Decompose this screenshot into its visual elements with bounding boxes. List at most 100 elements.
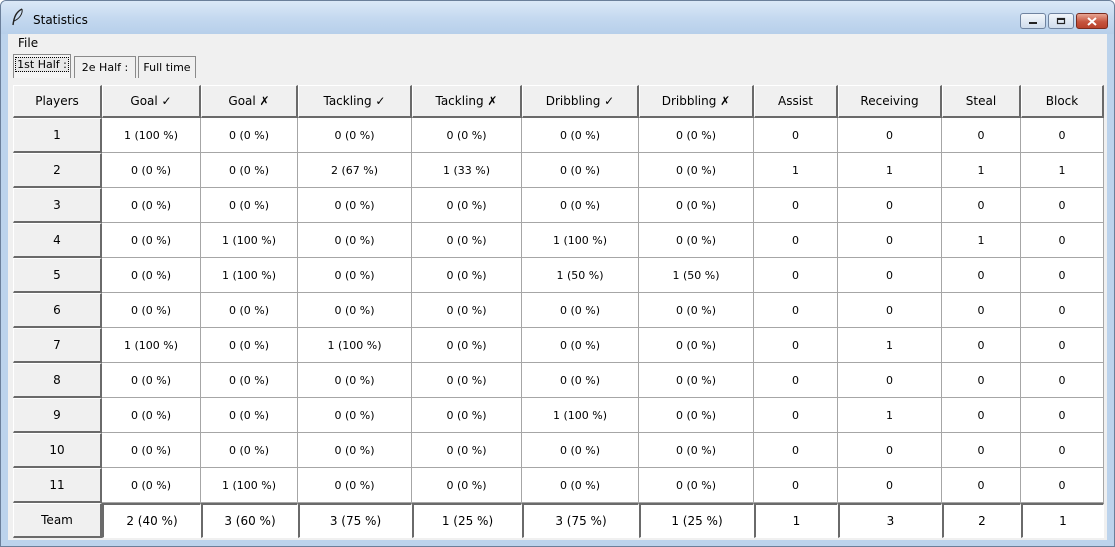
table-cell: 0 (0 %): [298, 223, 412, 258]
table-cell: 1 (50 %): [639, 258, 754, 293]
table-cell: 0 (0 %): [201, 118, 298, 153]
table-cell: 0 (0 %): [412, 363, 522, 398]
table-cell: 0 (0 %): [412, 398, 522, 433]
menu-bar: File: [8, 34, 1107, 52]
table-cell: 1: [1021, 153, 1104, 188]
table-cell: 0 (0 %): [201, 433, 298, 468]
table-cell: 0: [754, 188, 838, 223]
table-cell: 0: [754, 363, 838, 398]
table-cell: 0: [1021, 118, 1104, 153]
table-cell: 0: [1021, 363, 1104, 398]
table-cell: 0 (0 %): [639, 188, 754, 223]
column-header-tackling-made[interactable]: Tackling ✓: [298, 85, 412, 118]
table-cell: 0 (0 %): [102, 223, 201, 258]
table-cell: 1 (100 %): [201, 258, 298, 293]
table-cell: 0 (0 %): [298, 188, 412, 223]
team-total-cell: 1: [1021, 503, 1104, 538]
table-cell: 1 (100 %): [522, 398, 639, 433]
table-cell: 0: [838, 223, 942, 258]
column-header-receiving[interactable]: Receiving: [838, 85, 942, 118]
table-cell: 0 (0 %): [102, 468, 201, 503]
table-cell: 0: [942, 433, 1021, 468]
table-cell: 0: [1021, 433, 1104, 468]
table-cell: 0 (0 %): [102, 153, 201, 188]
table-cell: 0 (0 %): [412, 293, 522, 328]
maximize-button[interactable]: [1048, 13, 1074, 29]
row-header[interactable]: 11: [13, 468, 102, 503]
column-header-assist[interactable]: Assist: [754, 85, 838, 118]
column-header-players[interactable]: Players: [13, 85, 102, 118]
table-cell: 0 (0 %): [201, 153, 298, 188]
close-icon: [1077, 14, 1107, 28]
table-cell: 0 (0 %): [298, 293, 412, 328]
table-cell: 0 (0 %): [412, 258, 522, 293]
table-cell: 0 (0 %): [201, 328, 298, 363]
table-cell: 0 (0 %): [102, 293, 201, 328]
column-header-tackling-missed[interactable]: Tackling ✗: [412, 85, 522, 118]
team-total-cell: 1 (25 %): [412, 503, 522, 538]
feather-icon: [12, 8, 23, 26]
row-header[interactable]: 7: [13, 328, 102, 363]
table-cell: 0: [942, 468, 1021, 503]
table-cell: 0: [1021, 223, 1104, 258]
table-cell: 0 (0 %): [298, 363, 412, 398]
table-cell: 0 (0 %): [412, 188, 522, 223]
client-area: File 1st Half : 2e Half : Full time Play…: [8, 34, 1107, 540]
table-cell: 0: [942, 258, 1021, 293]
table-cell: 0: [1021, 398, 1104, 433]
table-cell: 1: [838, 153, 942, 188]
table-cell: 0 (0 %): [298, 468, 412, 503]
table-cell: 1: [838, 398, 942, 433]
tab-first-half-label: 1st Half :: [15, 57, 69, 72]
team-total-cell: 2: [942, 503, 1021, 538]
table-cell: 1: [942, 153, 1021, 188]
row-header[interactable]: 6: [13, 293, 102, 328]
table-cell: 0: [838, 468, 942, 503]
team-total-cell: 1 (25 %): [639, 503, 754, 538]
table-cell: 0: [942, 188, 1021, 223]
row-header[interactable]: 10: [13, 433, 102, 468]
close-button[interactable]: [1076, 13, 1108, 29]
tab-first-half[interactable]: 1st Half :: [13, 54, 71, 78]
row-header[interactable]: 2: [13, 153, 102, 188]
row-header[interactable]: 1: [13, 118, 102, 153]
table-cell: 0: [1021, 293, 1104, 328]
table-cell: 0: [754, 328, 838, 363]
table-cell: 0 (0 %): [201, 398, 298, 433]
row-header[interactable]: 3: [13, 188, 102, 223]
minimize-button[interactable]: [1020, 13, 1046, 29]
menu-file[interactable]: File: [18, 36, 38, 50]
table-cell: 0 (0 %): [102, 433, 201, 468]
team-row-header[interactable]: Team: [13, 503, 102, 538]
title-bar[interactable]: Statistics: [1, 1, 1114, 34]
table-cell: 0: [942, 118, 1021, 153]
tab-second-half[interactable]: 2e Half :: [74, 56, 136, 78]
team-total-cell: 3 (75 %): [522, 503, 639, 538]
table-cell: 0: [754, 223, 838, 258]
table-cell: 0 (0 %): [639, 328, 754, 363]
row-header[interactable]: 4: [13, 223, 102, 258]
table-cell: 0 (0 %): [522, 468, 639, 503]
table-cell: 0 (0 %): [102, 188, 201, 223]
row-header[interactable]: 9: [13, 398, 102, 433]
table-cell: 0 (0 %): [298, 433, 412, 468]
table-cell: 0 (0 %): [639, 398, 754, 433]
column-header-goal-made[interactable]: Goal ✓: [102, 85, 201, 118]
table-cell: 0: [838, 188, 942, 223]
table-cell: 1 (50 %): [522, 258, 639, 293]
column-header-steal[interactable]: Steal: [942, 85, 1021, 118]
table-cell: 0 (0 %): [298, 258, 412, 293]
table-cell: 0 (0 %): [201, 363, 298, 398]
row-header[interactable]: 8: [13, 363, 102, 398]
minimize-icon: [1021, 14, 1045, 28]
table-cell: 0: [838, 433, 942, 468]
row-header[interactable]: 5: [13, 258, 102, 293]
tab-full-time[interactable]: Full time: [138, 56, 196, 78]
team-total-cell: 2 (40 %): [102, 503, 201, 538]
team-total-cell: 3: [838, 503, 942, 538]
column-header-dribbling-made[interactable]: Dribbling ✓: [522, 85, 639, 118]
column-header-block[interactable]: Block: [1021, 85, 1104, 118]
table-cell: 0 (0 %): [298, 118, 412, 153]
column-header-dribbling-missed[interactable]: Dribbling ✗: [639, 85, 754, 118]
column-header-goal-missed[interactable]: Goal ✗: [201, 85, 298, 118]
